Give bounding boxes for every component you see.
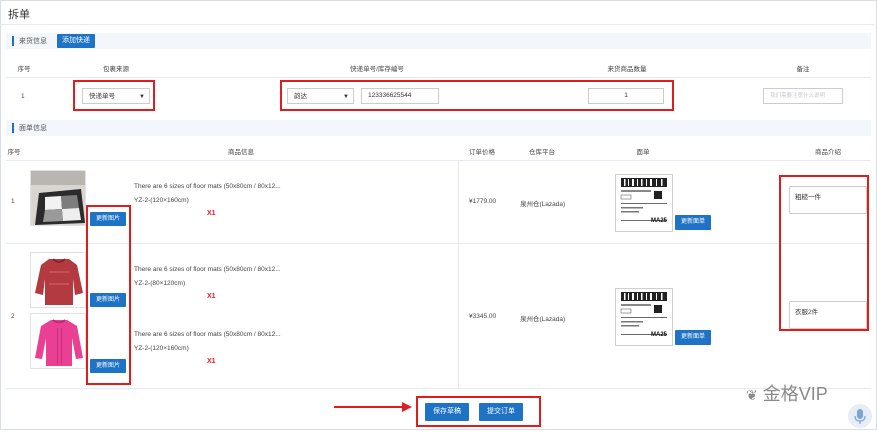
page-title: 拆单 bbox=[8, 9, 30, 21]
order-row-index: 2 bbox=[11, 313, 15, 320]
page-frame bbox=[0, 0, 877, 430]
order-col-header-product: 商品信息 bbox=[228, 149, 254, 156]
annotation-arrow-head bbox=[402, 402, 412, 412]
product-name: There are 6 sizes of floor mats (50x80cm… bbox=[134, 183, 281, 190]
product-sku: YZ-2-(120×160cm) bbox=[134, 197, 189, 204]
product-quantity: X1 bbox=[207, 210, 216, 217]
highlight-package-source bbox=[73, 80, 155, 111]
floor-mat-image bbox=[30, 170, 86, 226]
order-price: ¥3345.00 bbox=[469, 313, 497, 320]
shipping-label-code: MA25 bbox=[651, 332, 668, 338]
col-header-remark: 备注 bbox=[796, 66, 810, 73]
product-sku: YZ-2-(120×160cm) bbox=[134, 345, 189, 352]
order-section-title: 面单信息 bbox=[19, 125, 47, 132]
order-col-header-intro: 商品介绍 bbox=[815, 149, 841, 156]
order-col-header-index: 序号 bbox=[7, 149, 21, 156]
source-row-index: 1 bbox=[21, 93, 25, 100]
shipping-label-image: MA25 bbox=[615, 288, 673, 346]
warehouse-platform: 泉州仓(Lazada) bbox=[520, 316, 566, 323]
order-row-index: 1 bbox=[11, 198, 15, 205]
remark-input[interactable]: 我们需要注意什么说明 bbox=[763, 88, 843, 104]
product-name: There are 6 sizes of floor mats (50x80cm… bbox=[134, 331, 281, 338]
row-divider bbox=[6, 388, 871, 389]
section-marker bbox=[12, 123, 14, 133]
row-divider bbox=[6, 243, 871, 244]
warehouse-platform: 泉州仓(Lazada) bbox=[520, 201, 566, 208]
shipping-label-image: MA25 bbox=[615, 174, 673, 232]
header-divider bbox=[6, 77, 871, 78]
product-quantity: X1 bbox=[207, 358, 216, 365]
col-header-package-source: 包裹来源 bbox=[103, 66, 129, 73]
pink-sweater-image bbox=[30, 313, 86, 369]
highlight-footer-buttons bbox=[416, 396, 541, 427]
order-col-header-label: 面单 bbox=[636, 149, 650, 156]
product-name: There are 6 sizes of floor mats (50x80cm… bbox=[134, 266, 281, 273]
col-header-index: 序号 bbox=[17, 66, 31, 73]
product-quantity: X1 bbox=[207, 293, 216, 300]
highlight-update-image-buttons bbox=[86, 205, 131, 385]
watermark: ❦ 金格VIP bbox=[746, 380, 828, 406]
annotation-arrow-line bbox=[334, 406, 404, 408]
section-marker bbox=[12, 36, 14, 46]
product-sku: YZ-2-(80×120cm) bbox=[134, 280, 186, 287]
shipping-label-code: MA25 bbox=[651, 218, 668, 224]
watermark-text: 金格VIP bbox=[762, 384, 828, 404]
title-divider bbox=[0, 24, 875, 25]
col-header-quantity: 来货商品数量 bbox=[607, 66, 647, 73]
source-section-bar: 来货信息 bbox=[6, 33, 871, 49]
col-header-tracking: 快递单号/库存编号 bbox=[350, 66, 404, 73]
red-sweater-image bbox=[30, 252, 86, 308]
order-col-header-warehouse: 仓库平台 bbox=[529, 149, 555, 156]
order-section-bar: 面单信息 bbox=[6, 120, 871, 136]
update-label-button[interactable]: 更新面单 bbox=[675, 215, 711, 230]
order-price: ¥1779.00 bbox=[469, 198, 497, 205]
column-divider bbox=[458, 160, 459, 388]
highlight-tracking-quantity bbox=[280, 80, 674, 111]
update-label-button[interactable]: 更新面单 bbox=[675, 330, 711, 345]
order-header-divider bbox=[6, 160, 871, 161]
add-courier-button[interactable]: 添加快递 bbox=[57, 34, 95, 48]
highlight-product-intro bbox=[779, 175, 869, 331]
order-col-header-price: 订单价格 bbox=[469, 149, 495, 156]
microphone-icon[interactable] bbox=[848, 404, 872, 428]
source-section-title: 来货信息 bbox=[19, 38, 47, 45]
wechat-icon: ❦ bbox=[746, 387, 758, 403]
